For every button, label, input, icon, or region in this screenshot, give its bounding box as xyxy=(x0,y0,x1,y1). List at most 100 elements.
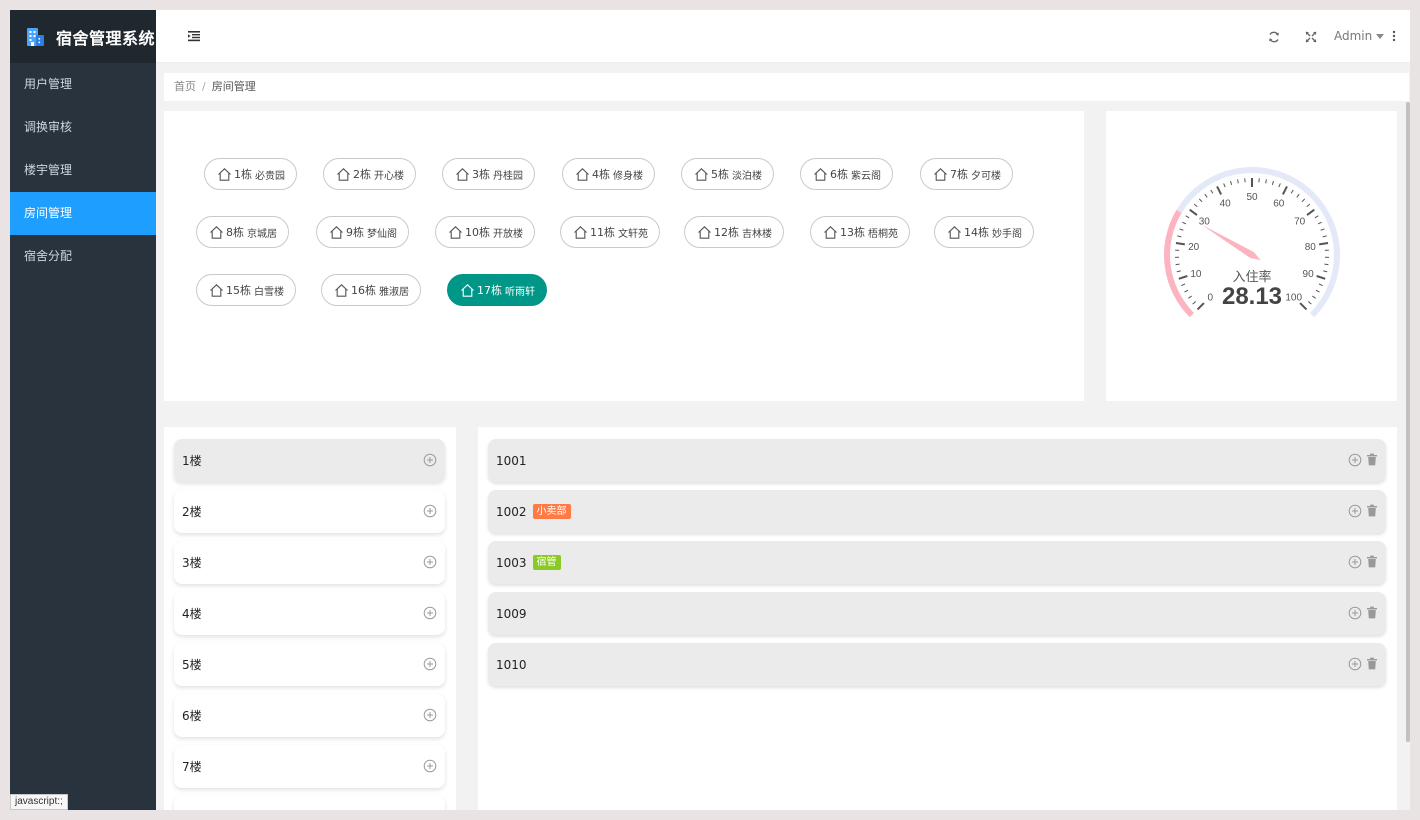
building-button[interactable]: 1栋 必贵园 xyxy=(204,158,297,190)
floor-item[interactable]: 6楼 xyxy=(174,694,445,737)
add-circle-icon[interactable] xyxy=(423,657,437,671)
building-button[interactable]: 17栋 听雨轩 xyxy=(447,274,547,306)
building-button[interactable]: 9栋 梦仙阁 xyxy=(316,216,409,248)
gauge-minor-tick xyxy=(1198,198,1203,203)
add-circle-icon[interactable] xyxy=(423,555,437,569)
floor-item[interactable]: 4楼 xyxy=(174,592,445,635)
building-number: 12栋 xyxy=(714,226,739,239)
floor-label: 7楼 xyxy=(182,760,202,774)
home-icon xyxy=(335,283,348,297)
room-item[interactable]: 1003 宿管 xyxy=(488,541,1386,584)
add-circle-icon[interactable] xyxy=(423,759,437,773)
add-circle-icon[interactable] xyxy=(1348,504,1362,518)
sidebar-item[interactable]: 用户管理 xyxy=(10,63,156,106)
user-menu[interactable]: Admin xyxy=(1334,29,1385,43)
user-name: Admin xyxy=(1334,29,1373,43)
home-icon xyxy=(576,167,589,181)
gauge-minor-tick xyxy=(1223,183,1226,188)
floor-item[interactable]: 3楼 xyxy=(174,541,445,584)
building-number: 9栋 xyxy=(346,226,364,239)
building-name: 夕可楼 xyxy=(971,170,1001,182)
building-name: 开心楼 xyxy=(374,170,404,182)
building-button[interactable]: 15栋 白雪楼 xyxy=(196,274,296,306)
floor-item[interactable]: 7楼 xyxy=(174,745,445,788)
floor-item[interactable]: 8楼 xyxy=(174,796,445,810)
add-circle-icon[interactable] xyxy=(1348,453,1362,467)
fullscreen-icon[interactable] xyxy=(1304,30,1318,44)
brand[interactable]: 宿舍管理系统 xyxy=(10,10,156,63)
building-name: 梦仙阁 xyxy=(367,228,397,240)
room-item[interactable]: 1009 xyxy=(488,592,1386,635)
floor-item[interactable]: 1楼 xyxy=(174,439,445,482)
gauge-tick-label: 60 xyxy=(1273,198,1285,209)
building-button[interactable]: 2栋 开心楼 xyxy=(323,158,416,190)
room-number: 1009 xyxy=(496,606,527,621)
gauge-minor-tick xyxy=(1230,180,1233,186)
home-icon xyxy=(449,225,462,239)
room-number: 1003 xyxy=(496,555,527,570)
room-item[interactable]: 1010 xyxy=(488,643,1386,686)
add-circle-icon[interactable] xyxy=(1348,657,1362,671)
sidebar-item[interactable]: 楼宇管理 xyxy=(10,149,156,192)
gauge-minor-tick xyxy=(1278,183,1281,188)
room-item[interactable]: 1001 xyxy=(488,439,1386,482)
more-vertical-icon[interactable] xyxy=(1392,30,1396,42)
building-button[interactable]: 8栋 京城居 xyxy=(196,216,289,248)
building-button[interactable]: 13栋 梧桐苑 xyxy=(810,216,910,248)
building-button[interactable]: 3栋 丹桂园 xyxy=(442,158,535,190)
gauge-minor-tick xyxy=(1181,283,1186,287)
add-circle-icon[interactable] xyxy=(423,606,437,620)
page-scrollbar[interactable] xyxy=(1406,102,1410,742)
building-button[interactable]: 11栋 文轩苑 xyxy=(560,216,660,248)
trash-icon[interactable] xyxy=(1366,555,1378,568)
gauge-minor-tick xyxy=(1210,189,1214,194)
add-circle-icon[interactable] xyxy=(1348,606,1362,620)
building-button[interactable]: 7栋 夕可楼 xyxy=(920,158,1013,190)
sidebar-item[interactable]: 调换审核 xyxy=(10,106,156,149)
sidebar-item[interactable]: 宿舍分配 xyxy=(10,235,156,278)
trash-icon[interactable] xyxy=(1366,504,1378,517)
gauge-needle xyxy=(1201,224,1261,261)
floor-item[interactable]: 2楼 xyxy=(174,490,445,533)
building-number: 6栋 xyxy=(830,168,848,181)
building-button[interactable]: 12栋 吉林楼 xyxy=(684,216,784,248)
building-name: 吉林楼 xyxy=(742,228,772,240)
add-circle-icon[interactable] xyxy=(423,708,437,722)
building-button[interactable]: 14栋 妙手阁 xyxy=(934,216,1034,248)
add-circle-icon[interactable] xyxy=(1348,555,1362,569)
gauge-tick-label: 80 xyxy=(1305,242,1317,253)
breadcrumb: 首页 / 房间管理 xyxy=(164,73,1409,101)
building-button[interactable]: 5栋 淡泊楼 xyxy=(681,158,774,190)
room-item[interactable]: 1002 小卖部 xyxy=(488,490,1386,533)
trash-icon[interactable] xyxy=(1366,453,1378,466)
breadcrumb-home[interactable]: 首页 xyxy=(174,80,196,93)
trash-icon[interactable] xyxy=(1366,657,1378,670)
gauge-tick-label: 40 xyxy=(1220,198,1232,209)
gauge-minor-tick xyxy=(1204,193,1208,198)
gauge-minor-tick xyxy=(1175,263,1180,266)
building-button[interactable]: 16栋 雅淑居 xyxy=(321,274,421,306)
gauge-major-tick xyxy=(1306,208,1315,216)
gauge-minor-tick xyxy=(1182,221,1187,225)
sidebar-item[interactable]: 房间管理 xyxy=(10,192,156,235)
menu-fold-icon[interactable] xyxy=(188,30,200,42)
building-name: 必贵园 xyxy=(255,170,285,182)
building-button[interactable]: 6栋 紫云阁 xyxy=(800,158,893,190)
room-number: 1001 xyxy=(496,453,527,468)
trash-icon[interactable] xyxy=(1366,606,1378,619)
add-circle-icon[interactable] xyxy=(423,453,437,467)
add-circle-icon[interactable] xyxy=(423,504,437,518)
floor-list: 1楼 2楼 3楼 4楼 5楼 6楼 7楼 8楼 xyxy=(164,427,456,810)
gauge-major-tick xyxy=(1216,185,1223,195)
gauge-minor-tick xyxy=(1317,221,1322,225)
building-button[interactable]: 4栋 修身楼 xyxy=(562,158,655,190)
refresh-icon[interactable] xyxy=(1267,30,1281,44)
building-button[interactable]: 10栋 开放楼 xyxy=(435,216,535,248)
floor-label: 1楼 xyxy=(182,454,202,468)
gauge-minor-tick xyxy=(1185,215,1190,219)
gauge-tick-label: 70 xyxy=(1294,216,1306,227)
gauge-tick-label: 50 xyxy=(1246,192,1258,203)
home-icon xyxy=(695,167,708,181)
floor-item[interactable]: 5楼 xyxy=(174,643,445,686)
gauge-minor-tick xyxy=(1322,235,1327,238)
